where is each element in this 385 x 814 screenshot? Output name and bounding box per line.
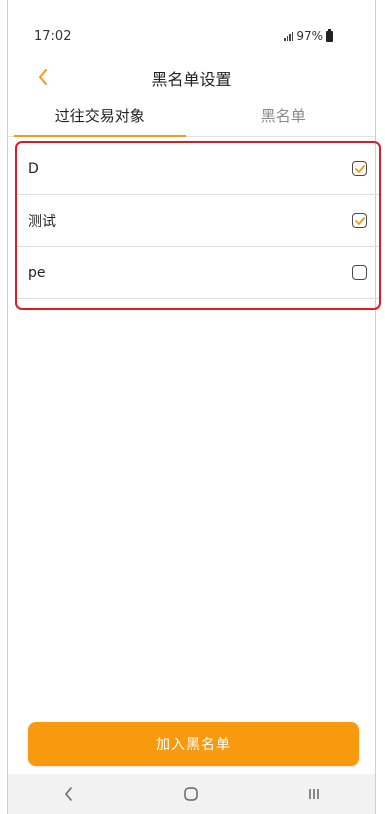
page-title: 黑名单设置 xyxy=(151,70,232,89)
checkbox-unchecked[interactable] xyxy=(352,265,367,280)
back-nav-icon[interactable] xyxy=(49,782,89,806)
list-item[interactable]: pe xyxy=(17,247,379,299)
tab-blacklist[interactable]: 黑名单 xyxy=(192,100,376,136)
checkbox-checked[interactable] xyxy=(352,213,367,228)
list-item[interactable]: D xyxy=(17,143,379,195)
list-item-label: pe xyxy=(28,264,46,281)
add-to-blacklist-button[interactable]: 加入黑名单 xyxy=(28,722,359,766)
system-nav-bar xyxy=(8,774,375,814)
status-indicators: 97% xyxy=(284,28,333,43)
recents-nav-icon[interactable] xyxy=(294,782,334,806)
status-bar: 17:02 97% xyxy=(8,0,375,60)
phone-screen: 17:02 97% 黑名单设置 过往交易对象 黑名单 D 测试 pe 加入黑名单 xyxy=(7,0,381,814)
signal-icon xyxy=(284,31,294,41)
battery-percent: 97% xyxy=(296,29,323,43)
battery-icon xyxy=(326,28,333,42)
home-nav-icon[interactable] xyxy=(171,782,211,806)
list-item-label: 测试 xyxy=(28,213,56,230)
tab-bar: 过往交易对象 黑名单 xyxy=(8,100,375,137)
app-header: 黑名单设置 xyxy=(8,60,375,100)
counterparty-list: D 测试 pe xyxy=(15,141,381,310)
tab-past-counterparties[interactable]: 过往交易对象 xyxy=(8,100,192,137)
list-item-label: D xyxy=(28,160,39,177)
list-item[interactable]: 测试 xyxy=(17,195,379,247)
checkbox-checked[interactable] xyxy=(352,161,367,176)
status-time: 17:02 xyxy=(34,29,72,44)
